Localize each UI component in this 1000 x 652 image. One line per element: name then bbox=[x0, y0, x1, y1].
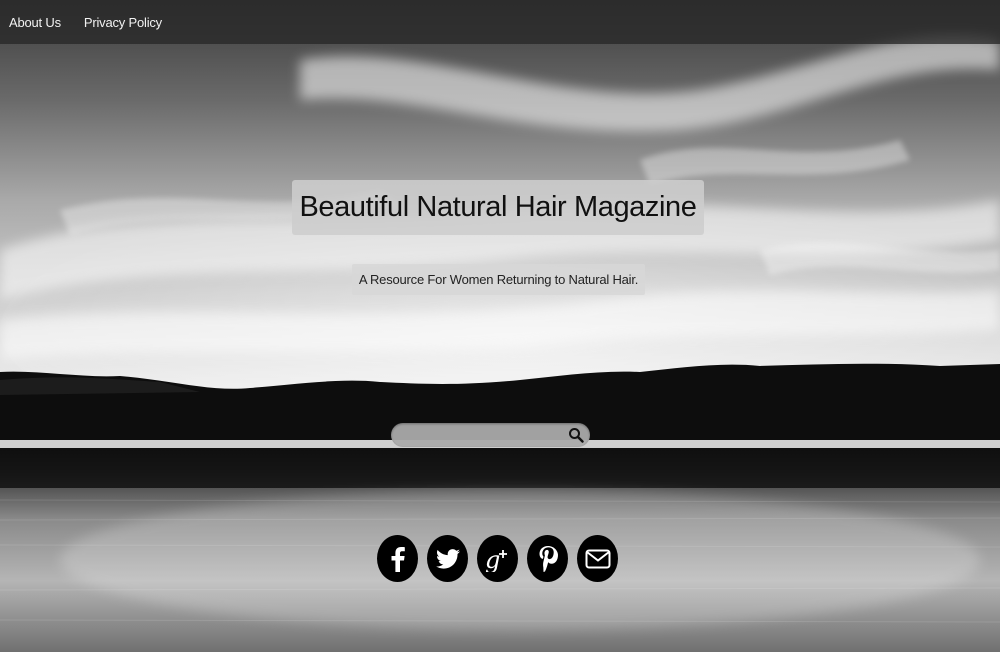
tagline-box: A Resource For Women Returning to Natura… bbox=[352, 264, 645, 295]
search-icon[interactable] bbox=[568, 427, 584, 443]
email-link[interactable] bbox=[577, 535, 618, 582]
search-bar bbox=[391, 423, 590, 447]
nav-link-privacy-policy[interactable]: Privacy Policy bbox=[84, 15, 162, 30]
top-navigation: About Us Privacy Policy bbox=[0, 0, 1000, 44]
facebook-icon bbox=[387, 546, 409, 572]
site-title-box: Beautiful Natural Hair Magazine bbox=[292, 180, 704, 235]
pinterest-icon bbox=[538, 545, 558, 573]
twitter-icon bbox=[435, 548, 460, 570]
site-tagline: A Resource For Women Returning to Natura… bbox=[358, 272, 639, 287]
google-plus-icon: g bbox=[484, 546, 512, 572]
page: About Us Privacy Policy Beautiful Natura… bbox=[0, 0, 1000, 652]
google-plus-link[interactable]: g bbox=[477, 535, 518, 582]
svg-text:g: g bbox=[485, 546, 500, 572]
twitter-link[interactable] bbox=[427, 535, 468, 582]
social-links: g bbox=[377, 535, 618, 582]
site-title: Beautiful Natural Hair Magazine bbox=[299, 191, 697, 223]
pinterest-link[interactable] bbox=[527, 535, 568, 582]
nav-link-about-us[interactable]: About Us bbox=[9, 15, 61, 30]
email-icon bbox=[585, 549, 611, 569]
facebook-link[interactable] bbox=[377, 535, 418, 582]
search-input[interactable] bbox=[401, 425, 565, 447]
